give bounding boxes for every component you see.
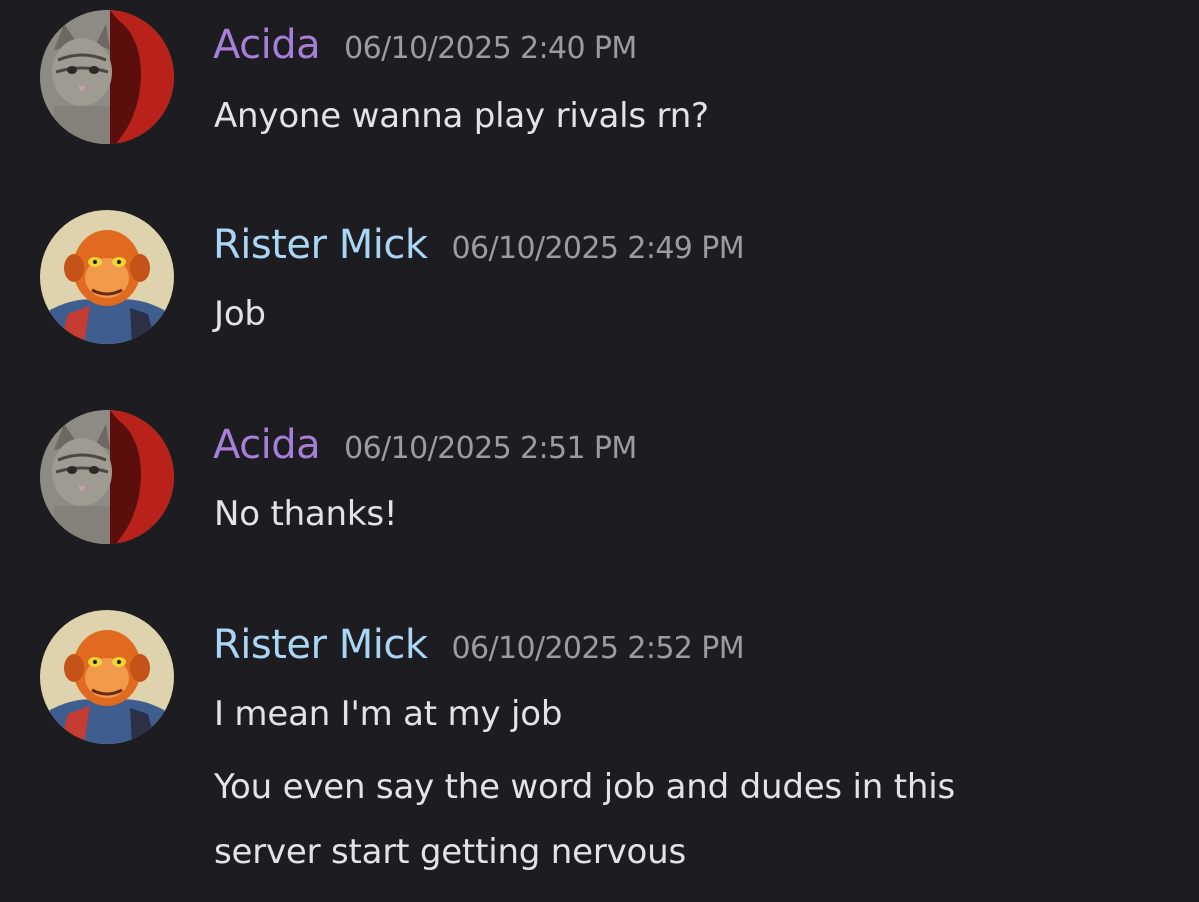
rister-mick-avatar-icon[interactable] — [40, 210, 174, 344]
acida-avatar-icon[interactable] — [40, 410, 174, 544]
timestamp: 06/10/2025 2:40 PM — [344, 31, 637, 66]
chat-messages: Acida 06/10/2025 2:40 PM Anyone wanna pla… — [0, 0, 1199, 902]
timestamp: 06/10/2025 2:52 PM — [451, 631, 745, 666]
message-header: Rister Mick 06/10/2025 2:52 PM — [213, 622, 745, 668]
rister-mick-avatar-icon[interactable] — [40, 610, 174, 744]
username[interactable]: Rister Mick — [213, 622, 428, 668]
message-text: No thanks! — [214, 494, 398, 534]
timestamp: 06/10/2025 2:49 PM — [451, 231, 745, 266]
timestamp: 06/10/2025 2:51 PM — [344, 431, 637, 466]
message-text: You even say the word job and dudes in t… — [214, 767, 955, 807]
message-text: server start getting nervous — [214, 832, 687, 872]
username[interactable]: Acida — [213, 22, 321, 68]
message-text: Job — [214, 294, 266, 334]
message-header: Acida 06/10/2025 2:40 PM — [213, 22, 637, 68]
username[interactable]: Acida — [213, 422, 321, 468]
message-header: Acida 06/10/2025 2:51 PM — [213, 422, 637, 468]
acida-avatar-icon[interactable] — [40, 10, 174, 144]
message-text: I mean I'm at my job — [214, 694, 563, 734]
message-text: Anyone wanna play rivals rn? — [214, 96, 709, 136]
username[interactable]: Rister Mick — [213, 222, 428, 268]
message-header: Rister Mick 06/10/2025 2:49 PM — [213, 222, 745, 268]
